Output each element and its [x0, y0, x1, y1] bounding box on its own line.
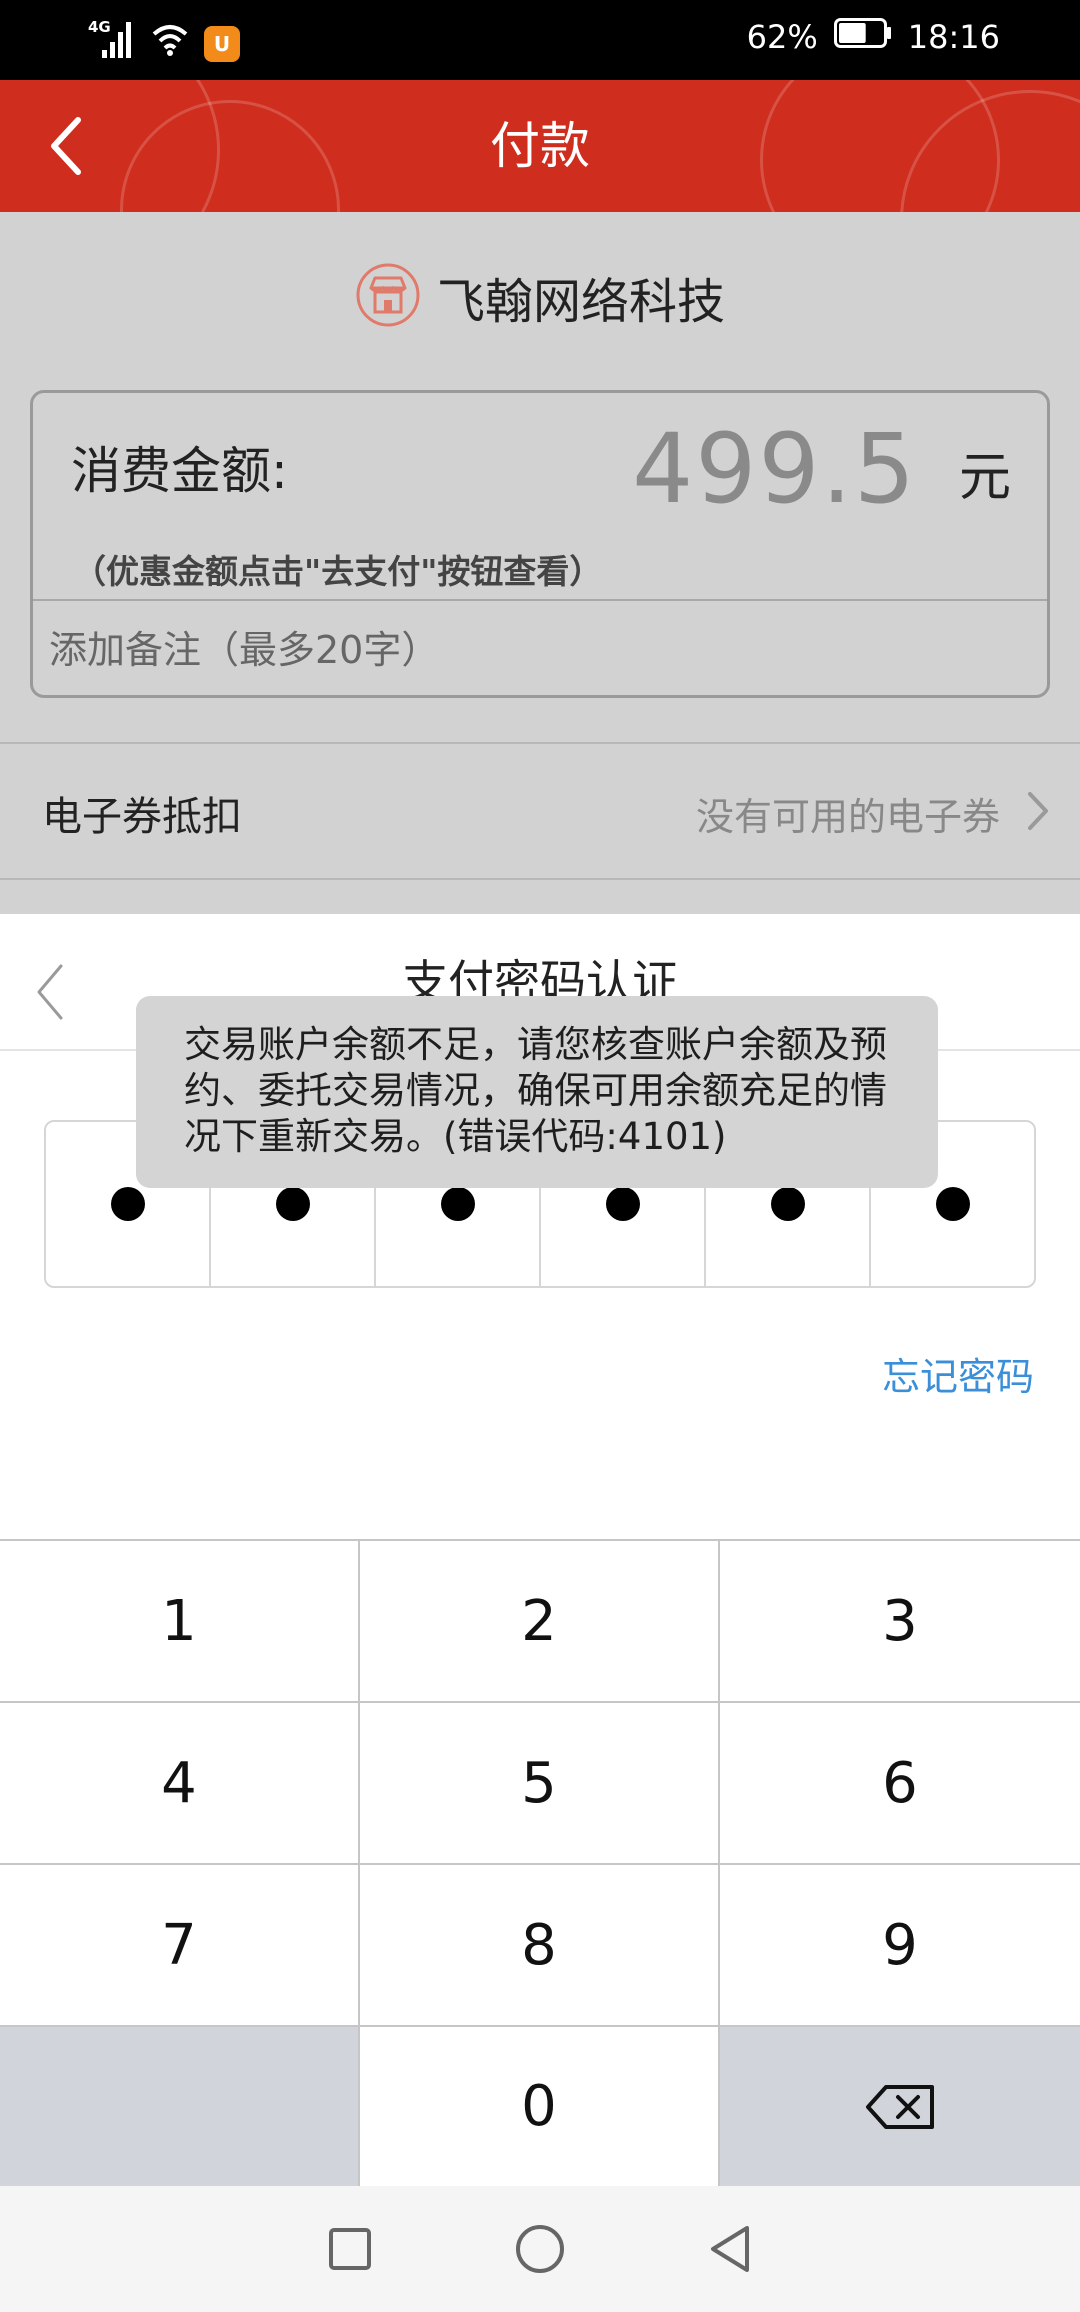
key-2[interactable]: 2 — [360, 1541, 720, 1703]
payment-card: 消费金额: 499.5 元 （优惠金额点击"去支付"按钮查看） 添加备注（最多2… — [30, 390, 1050, 698]
key-1[interactable]: 1 — [0, 1541, 360, 1703]
triangle-back-icon — [711, 2226, 749, 2272]
status-right: 62% 18:16 — [747, 18, 1000, 56]
battery-icon — [833, 18, 892, 56]
backspace-icon — [866, 2084, 934, 2129]
key-9[interactable]: 9 — [720, 1865, 1080, 2027]
card-divider — [33, 599, 1047, 601]
amount-unit: 元 — [958, 448, 1011, 508]
pin-dot — [275, 1187, 310, 1221]
coupon-row[interactable]: 电子券抵扣 没有可用的电子券 — [0, 742, 1080, 880]
sheet-back-button[interactable] — [26, 956, 74, 1028]
status-bar: 4G U 62% 18:16 — [0, 0, 1080, 80]
pin-dot — [770, 1187, 805, 1221]
battery-percent: 62% — [746, 18, 818, 56]
forgot-password-link[interactable]: 忘记密码 — [882, 1346, 1034, 1401]
chevron-left-icon — [37, 964, 63, 1020]
pin-dot — [440, 1187, 475, 1221]
key-5[interactable]: 5 — [360, 1703, 720, 1865]
discount-hint: （优惠金额点击"去支付"按钮查看） — [73, 552, 603, 591]
app-header: 付款 — [0, 80, 1080, 212]
key-3[interactable]: 3 — [720, 1541, 1080, 1703]
network-type-label: 4G — [88, 18, 111, 36]
pin-dot — [110, 1187, 145, 1221]
coupon-value: 没有可用的电子券 — [695, 795, 1000, 839]
store-icon — [355, 262, 421, 332]
key-blank — [0, 2027, 360, 2188]
coupon-label: 电子券抵扣 — [42, 794, 242, 840]
chevron-left-icon — [51, 117, 81, 175]
key-8[interactable]: 8 — [360, 1865, 720, 2027]
chevron-right-icon — [1028, 792, 1048, 830]
merchant-info: 飞翰网络科技 — [0, 262, 1080, 332]
merchant-name: 飞翰网络科技 — [436, 274, 725, 330]
system-nav-bar — [0, 2186, 1080, 2312]
key-delete[interactable] — [720, 2027, 1080, 2188]
error-toast: 交易账户余额不足，请您核查账户余额及预约、委托交易情况，确保可用余额充足的情况下… — [136, 996, 938, 1188]
memo-input[interactable]: 添加备注（最多20字） — [49, 619, 439, 674]
app-notification-icon: U — [204, 26, 240, 62]
numeric-keypad: 123 456 7890 — [0, 1539, 1080, 2188]
key-6[interactable]: 6 — [720, 1703, 1080, 1865]
key-0[interactable]: 0 — [360, 2027, 720, 2188]
pin-dot — [935, 1187, 970, 1221]
home-button[interactable] — [510, 2219, 570, 2279]
key-4[interactable]: 4 — [0, 1703, 360, 1865]
signal-icon: 4G — [88, 18, 136, 62]
page-title: 付款 — [490, 117, 590, 175]
nav-back-button[interactable] — [700, 2219, 760, 2279]
status-time: 18:16 — [907, 18, 1000, 56]
status-left-icons: 4G U — [88, 18, 240, 62]
pin-dot — [605, 1187, 640, 1221]
wifi-icon — [150, 22, 190, 62]
recent-apps-button[interactable] — [320, 2219, 380, 2279]
square-icon — [329, 2228, 371, 2270]
circle-icon — [516, 2225, 564, 2273]
amount-value: 499.5 — [632, 413, 917, 525]
key-7[interactable]: 7 — [0, 1865, 360, 2027]
back-button[interactable] — [36, 112, 96, 180]
amount-label: 消费金额: — [71, 442, 288, 500]
